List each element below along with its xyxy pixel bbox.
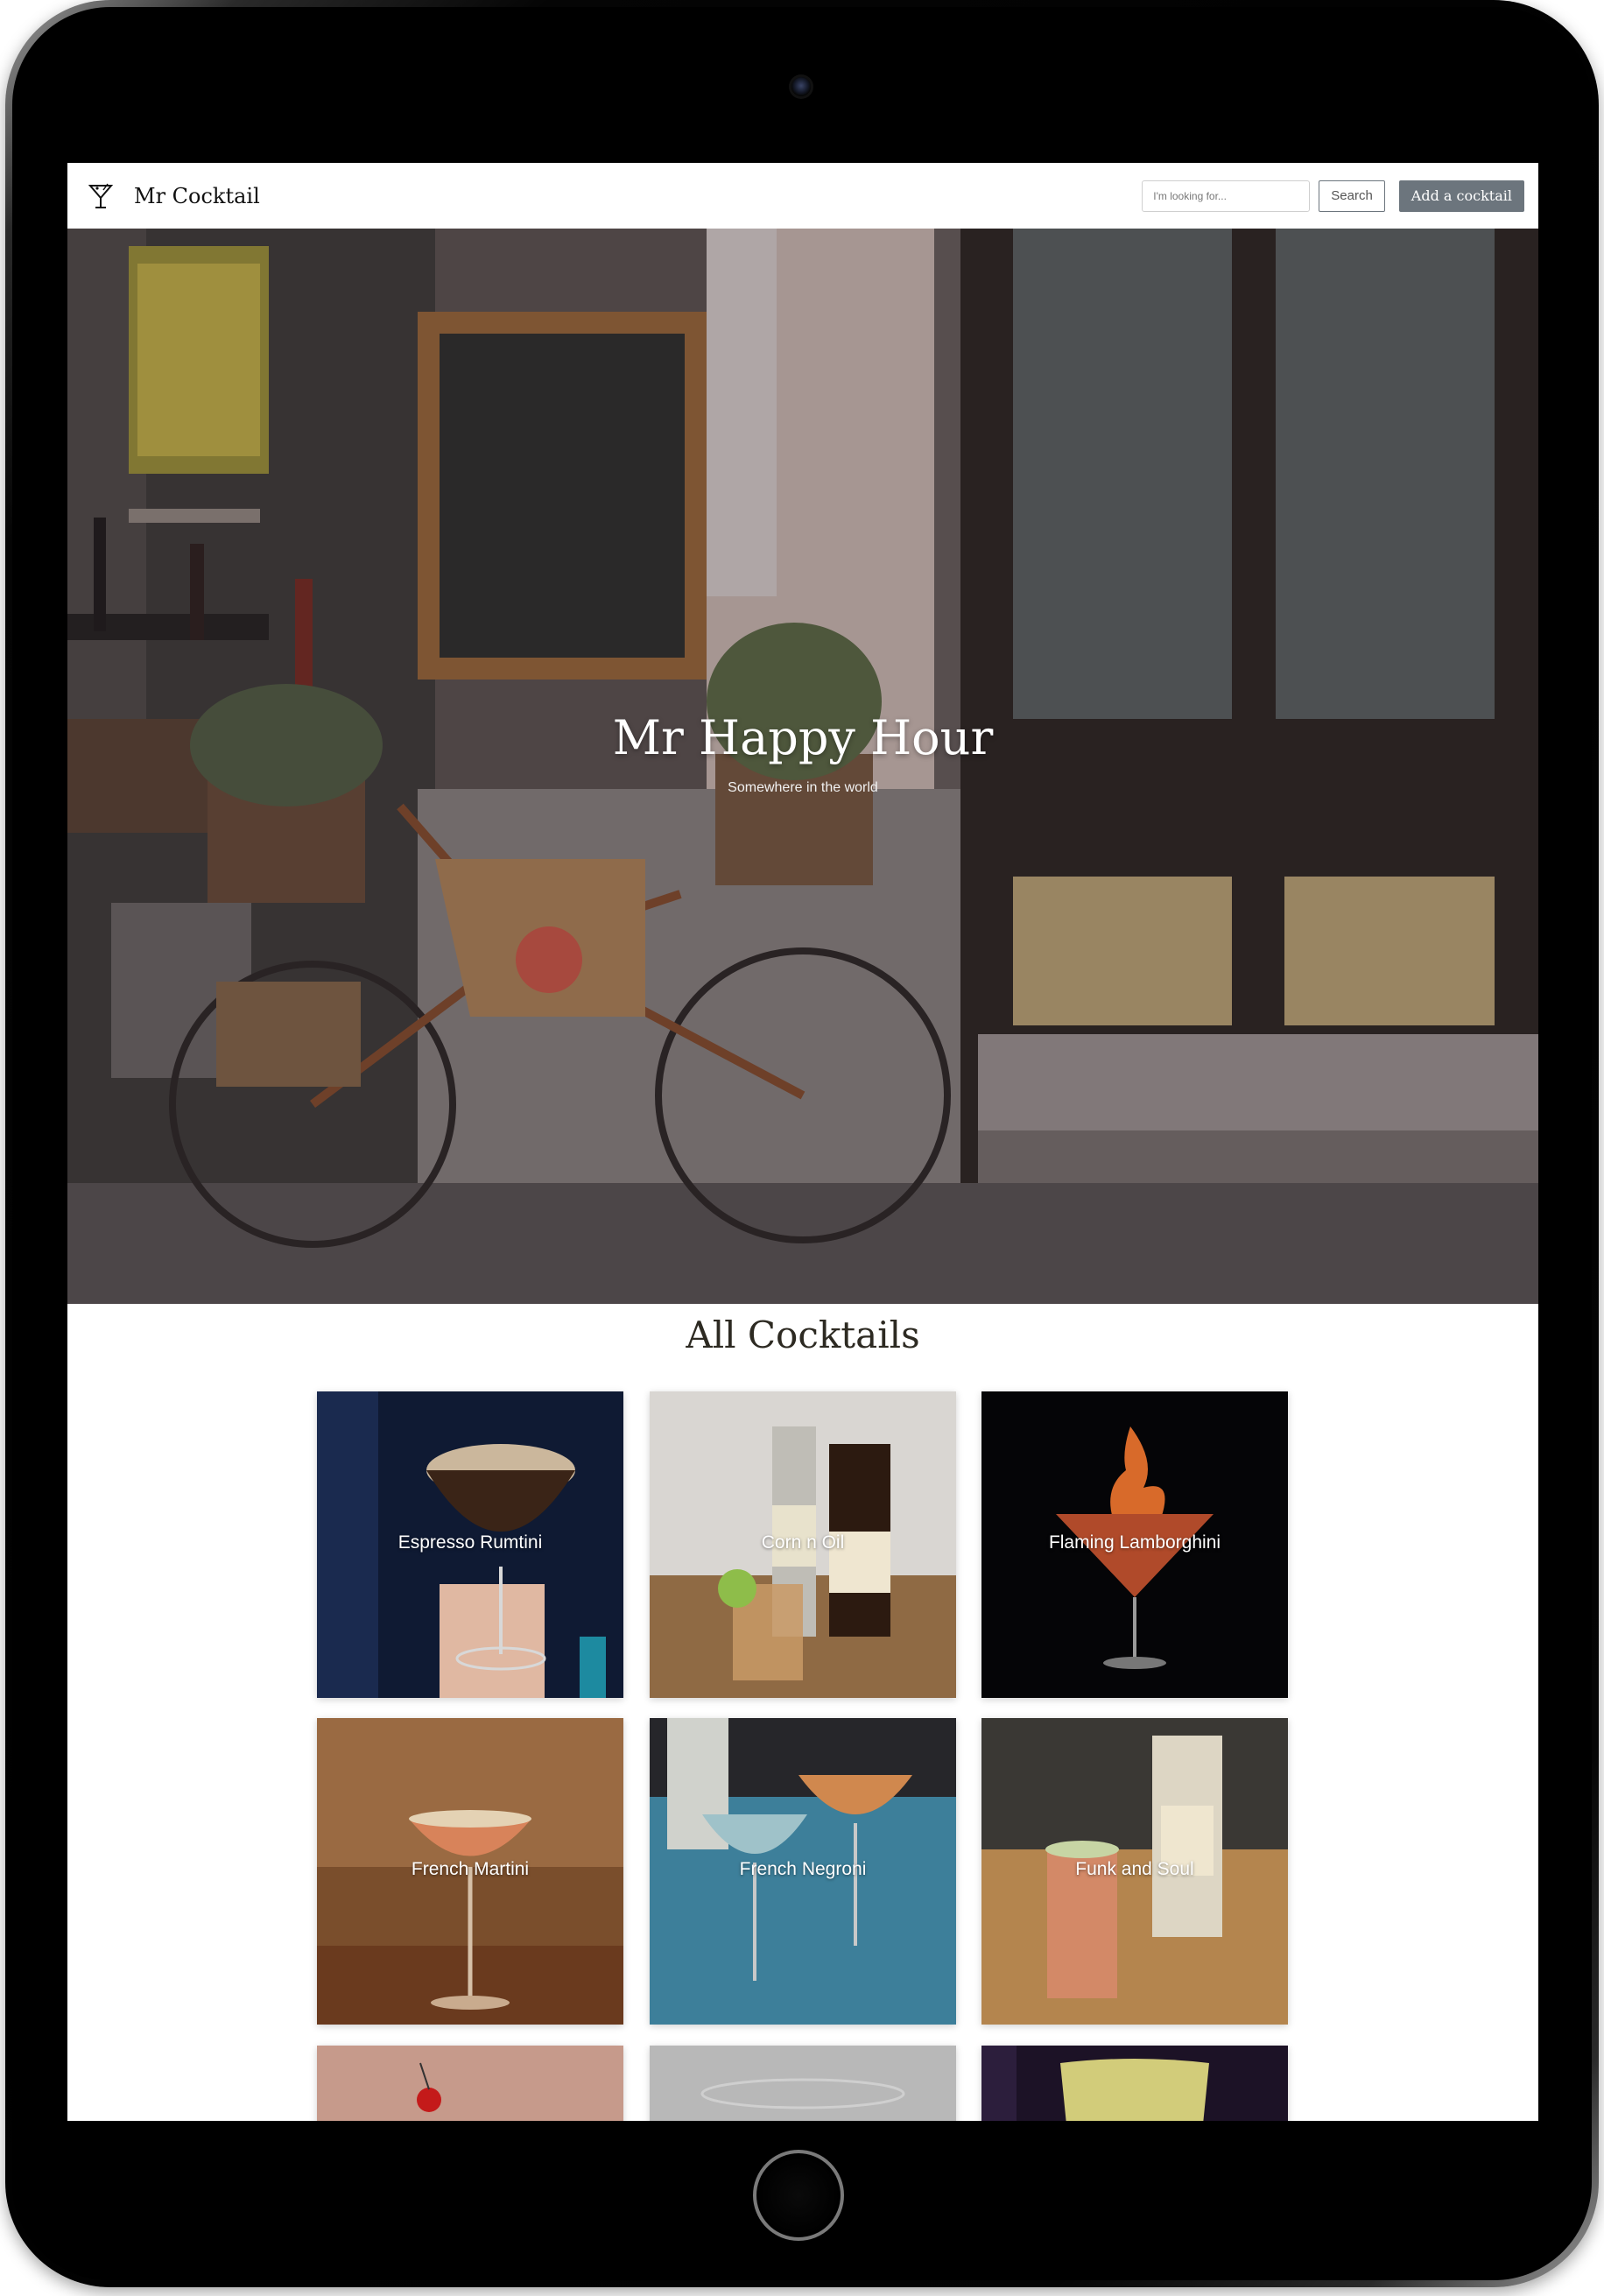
cocktail-name: Flaming Lamborghini [1048,1532,1221,1553]
cocktail-card[interactable]: Espresso Rumtini [317,1391,623,1698]
cocktail-card[interactable]: Flaming Lamborghini [981,1391,1288,1698]
section-title: All Cocktails [686,1314,920,1356]
search-button[interactable]: Search [1319,180,1385,212]
browser-screen: Mr Cocktail Search Add a cocktail [67,163,1538,2121]
hero-overlay [67,229,1538,1304]
search-input[interactable] [1142,180,1311,212]
cocktail-name: Funk and Soul [1075,1859,1194,1879]
cocktail-card[interactable] [981,2046,1288,2121]
cocktail-card[interactable]: French Martini [317,1718,623,2025]
hero-subtitle: Somewhere in the world [728,780,878,795]
nav-actions: Search Add a cocktail [1142,180,1524,212]
cocktail-image [650,2046,956,2121]
cocktail-name: Espresso Rumtini [397,1532,543,1553]
cocktail-name: Corn n Oil [761,1532,845,1553]
cocktail-card[interactable]: Corn n Oil [650,1391,956,1698]
cocktail-glass-icon [88,182,113,210]
cocktail-card[interactable] [650,2046,956,2121]
home-button[interactable] [753,2150,844,2241]
cocktail-name: French Martini [411,1859,530,1879]
cocktail-name: French Negroni [739,1859,867,1879]
front-camera [791,77,811,96]
brand-name: Mr Cocktail [134,183,260,208]
cocktail-image [317,2046,623,2121]
hero-banner: Mr Happy Hour Somewhere in the world [67,229,1538,1304]
cocktail-image [981,2046,1288,2121]
brand-link[interactable]: Mr Cocktail [88,182,260,210]
cocktail-card[interactable]: French Negroni [650,1718,956,2025]
hero-title: Mr Happy Hour [612,710,994,765]
add-cocktail-button[interactable]: Add a cocktail [1398,180,1524,212]
cocktail-card[interactable] [317,2046,623,2121]
cocktail-card[interactable]: Funk and Soul [981,1718,1288,2025]
navbar: Mr Cocktail Search Add a cocktail [67,163,1538,229]
